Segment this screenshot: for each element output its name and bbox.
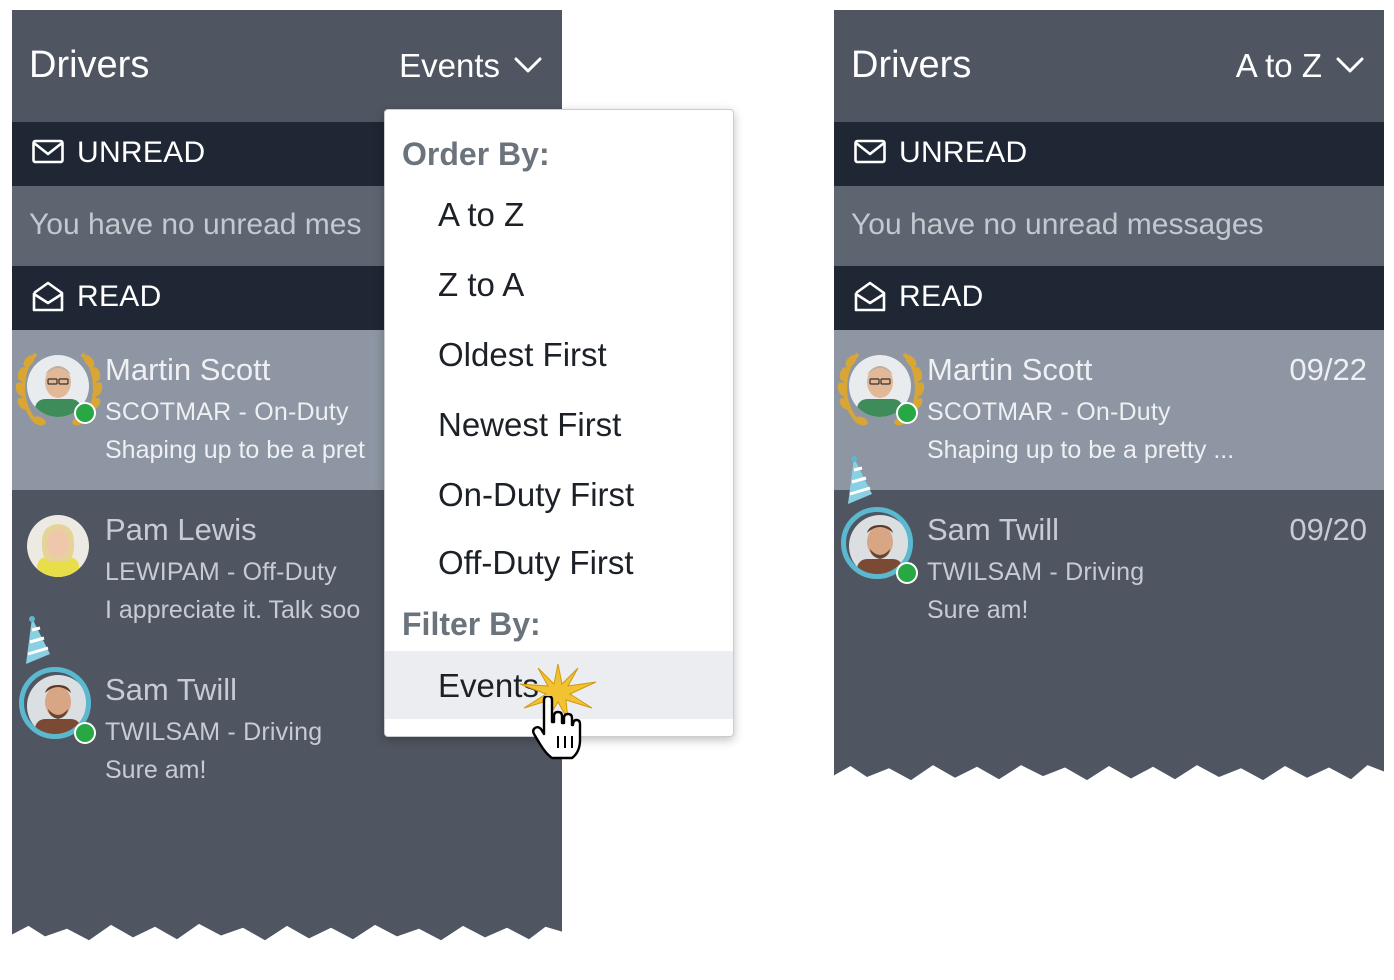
menu-item-a-to-z[interactable]: A to Z [385,184,733,246]
menu-item-off-duty-first[interactable]: Off-Duty First [385,532,733,594]
sort-dropdown-label: Events [399,47,500,84]
filter-by-header: Filter By: [402,606,541,642]
menu-item-oldest-first[interactable]: Oldest First [385,324,733,386]
avatar [14,342,104,432]
avatar [836,342,926,432]
unread-section-header: UNREAD [834,122,1384,186]
read-section-label: READ [899,280,984,313]
conversation-item-sam-twill[interactable]: Sam Twill 09/20 TWILSAM - Driving Sure a… [834,456,1384,650]
unread-section-label: UNREAD [77,136,206,169]
chevron-down-icon [514,57,542,73]
message-preview: Shaping up to be a pret [105,436,365,464]
conversation-item-martin-scott[interactable]: Martin Scott 09/22 SCOTMAR - On-Duty Sha… [834,330,1384,490]
read-section-header: READ [834,266,1384,330]
driver-name: Pam Lewis [105,512,257,547]
driver-code-status: LEWIPAM - Off-Duty [105,558,337,586]
envelope-closed-icon [854,139,886,164]
message-date: 09/20 [1289,512,1367,547]
pointer-hand-icon [532,696,582,760]
order-by-header: Order By: [402,136,550,172]
unread-empty-state: You have no unread messages [834,186,1384,266]
driver-code-status: SCOTMAR - On-Duty [105,398,349,426]
message-date: 09/22 [1289,352,1367,387]
menu-item-newest-first[interactable]: Newest First [385,394,733,456]
driver-name: Martin Scott [927,352,1093,387]
menu-item-label: A to Z [438,196,525,233]
driver-name: Sam Twill [105,672,238,707]
sort-dropdown-toggle[interactable]: A to Z [1236,44,1366,88]
driver-photo [27,515,89,577]
avatar [836,502,926,592]
envelope-closed-icon [32,139,64,164]
online-status-dot [74,722,96,744]
menu-item-label: Z to A [438,266,525,303]
online-status-dot [896,402,918,424]
party-hat-icon [24,616,52,666]
menu-item-label: On-Duty First [438,476,635,513]
read-section-label: READ [77,280,162,313]
sort-dropdown-label: A to Z [1235,47,1322,84]
driver-name: Sam Twill [927,512,1060,547]
message-preview: Sure am! [105,756,207,784]
panel-header: Drivers Events [12,10,562,122]
chevron-down-icon [1336,57,1364,73]
panel-title: Drivers [851,44,972,86]
driver-code-status: SCOTMAR - On-Duty [927,398,1171,426]
online-status-dot [896,562,918,584]
sort-dropdown-toggle[interactable]: Events [399,44,544,88]
avatar [14,662,104,752]
driver-code-status: TWILSAM - Driving [105,718,323,746]
driver-name: Martin Scott [105,352,271,387]
unread-empty-text: You have no unread messages [851,208,1264,241]
envelope-open-icon [32,281,64,312]
online-status-dot [74,402,96,424]
panel-header: Drivers A to Z [834,10,1384,122]
menu-item-label: Oldest First [438,336,607,373]
party-hat-icon [846,456,874,506]
message-preview: I appreciate it. Talk soo [105,596,361,624]
message-preview: Shaping up to be a pretty ... [927,436,1235,464]
menu-item-on-duty-first[interactable]: On-Duty First [385,464,733,526]
menu-item-label: Newest First [438,406,622,443]
unread-empty-text: You have no unread mes [29,208,362,241]
drivers-panel-right: Drivers A to Z UNREAD You have no unread… [834,10,1384,781]
avatar [14,502,104,592]
driver-code-status: TWILSAM - Driving [927,558,1145,586]
envelope-open-icon [854,281,886,312]
menu-item-label: Off-Duty First [438,544,634,581]
unread-section-label: UNREAD [899,136,1028,169]
panel-title: Drivers [29,44,150,86]
sort-filter-dropdown-menu: Order By: A to Z Z to A Oldest First New… [384,109,734,737]
message-preview: Sure am! [927,596,1029,624]
menu-item-z-to-a[interactable]: Z to A [385,254,733,316]
